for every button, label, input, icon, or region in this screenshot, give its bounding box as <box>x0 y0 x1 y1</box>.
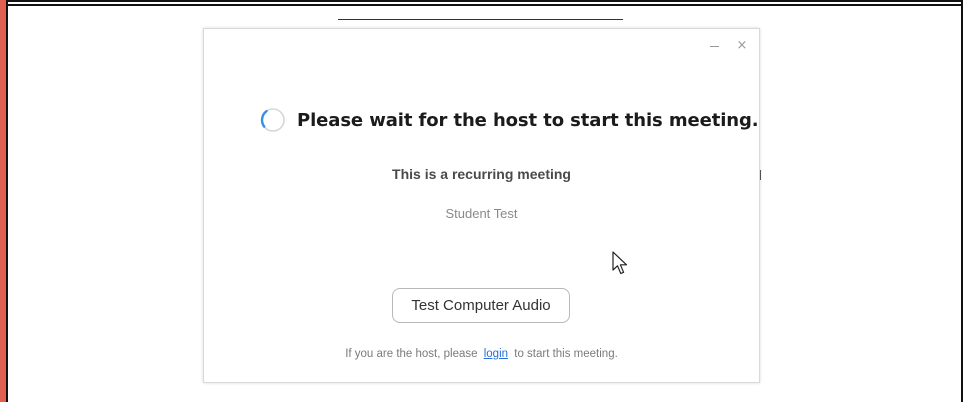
recurring-meeting-note: This is a recurring meeting <box>392 166 571 182</box>
wait-status-row: Please wait for the host to start this m… <box>260 107 759 133</box>
test-computer-audio-button[interactable]: Test Computer Audio <box>392 288 570 323</box>
waiting-room-dialog: × Please wait for the host to start this… <box>203 28 760 383</box>
wait-message: Please wait for the host to start this m… <box>297 109 759 131</box>
close-icon[interactable]: × <box>735 39 749 53</box>
left-edge-bar <box>0 0 8 402</box>
host-prompt-text: If you are the host, please <box>345 348 478 360</box>
minimize-bar <box>709 45 719 47</box>
host-prompt-suffix: to start this meeting. <box>514 348 618 360</box>
mouse-pointer-icon <box>612 251 628 275</box>
background-rule <box>338 19 623 20</box>
host-login-prompt: If you are the host, please login to sta… <box>204 348 759 360</box>
window-controls: × <box>707 39 749 53</box>
minimize-icon[interactable] <box>707 39 721 53</box>
top-rule <box>8 0 961 6</box>
meeting-topic: Student Test <box>445 206 518 221</box>
loading-spinner-icon <box>260 108 285 132</box>
login-link[interactable]: login <box>484 348 508 360</box>
